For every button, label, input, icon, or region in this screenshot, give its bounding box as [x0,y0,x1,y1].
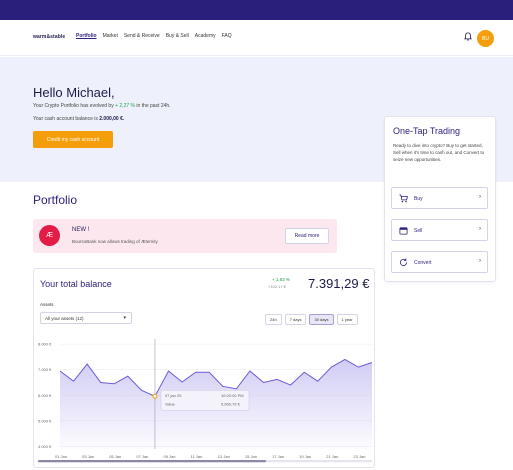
highlight-point [152,393,158,399]
x-tick-label: 11 Jan [191,454,203,459]
avatar[interactable]: BU [477,30,494,47]
nav-link-academy[interactable]: Academy [195,33,216,39]
cart-icon [399,194,408,203]
range-selector: 24h 7 days 30 days 1 year [265,314,358,325]
tooltip-date: 07 jan 25 [165,393,182,398]
range-7-days-button[interactable]: 7 days [284,314,307,325]
x-tick-label: 09 Jan [164,454,176,459]
x-tick-label: 15 Jan [245,454,257,459]
cash-prefix: Your cash account balance is [33,116,98,122]
assets-label: Assets [40,302,54,307]
refresh-icon [399,258,408,266]
aeternity-logo-icon: Æ [39,225,60,246]
portfolio-evolution-text: Your Crypto Portfolio has evolved by + 2… [33,103,171,109]
chevron-right-icon: › [479,226,481,232]
side-title: One-Tap Trading [393,126,461,136]
range-30-days-button[interactable]: 30 days [309,314,334,325]
credit-cash-button[interactable]: Credit my cash account [33,131,113,148]
x-tick-label: 21 Jan [326,454,338,459]
assets-select-value: All your assets (12) [45,316,84,321]
x-tick-label: 19 Jan [299,454,311,459]
x-tick-label: 01 Jan [55,454,67,459]
nav-link-portfolio[interactable]: Portfolio [76,33,97,39]
range-24h-button[interactable]: 24h [265,314,282,325]
balance-chart[interactable]: 4.000 € 5.000 € 6.000 € 7.000 € 8.000 € 07 ja… [34,331,376,467]
bell-icon[interactable] [464,32,472,41]
y-tick-label: 7.000 € [38,367,52,372]
buy-action-button[interactable]: Buy › [391,187,488,209]
news-banner: Æ NEW ! BoursoBank now allows trading of… [33,219,337,253]
y-tick-label: 4.000 € [38,444,52,449]
nav-link-buy-sell[interactable]: Buy & Sell [166,33,189,39]
nav-link-market[interactable]: Market [103,33,118,39]
news-title: NEW ! [72,227,90,233]
evolution-suffix: in the past 24h. [136,103,171,109]
navigation-bar: warm&stable Portfolio Market Send & Rece… [0,20,513,56]
balance-title: Your total balance [40,279,112,289]
wallet-icon [399,227,408,235]
side-description: Ready to dive into crypto? Buy to get st… [393,143,485,162]
tooltip-time: 10:00:00 PM [221,393,244,398]
portfolio-title: Portfolio [33,193,78,207]
nav-links: Portfolio Market Send & Receive Buy & Se… [76,33,232,39]
balance-change-value: +102,17 € [268,284,286,289]
evolution-prefix: Your Crypto Portfolio has evolved by [33,103,114,109]
sell-label: Sell [414,228,423,234]
sell-action-button[interactable]: Sell › [391,219,488,241]
convert-action-button[interactable]: Convert › [391,251,488,273]
read-more-button[interactable]: Read more [285,228,329,244]
evolution-percent: + 2,27 % [115,103,135,109]
chart-scrollbar-thumb[interactable] [38,460,266,463]
x-tick-label: 23 Jan [353,454,365,459]
cash-value: 2.000,00 €. [99,116,125,122]
nav-link-faq[interactable]: FAQ [222,33,232,39]
x-tick-label: 07 Jan [136,454,148,459]
chevron-right-icon: › [479,194,481,200]
chevron-right-icon: › [479,258,481,264]
chevron-down-icon: ▾ [123,315,126,321]
x-tick-label: 05 Jan [109,454,121,459]
x-tick-label: 13 Jan [218,454,230,459]
news-text: BoursoBank now allows trading of Æternit… [72,239,158,244]
buy-label: Buy [414,196,423,202]
logo[interactable]: warm&stable [33,34,65,40]
nav-link-send-receive[interactable]: Send & Receive [124,33,160,39]
y-tick-label: 6.000 € [38,393,52,398]
y-tick-label: 5.000 € [38,418,52,423]
one-tap-trading-card: One-Tap Trading Ready to dive into crypt… [384,116,496,282]
range-1-year-button[interactable]: 1 year [336,314,358,325]
x-tick-label: 17 Jan [272,454,284,459]
cash-balance-text: Your cash account balance is 2.000,00 €. [33,116,124,122]
greeting: Hello Michael, [33,85,115,100]
x-tick-label: 03 Jan [82,454,94,459]
total-balance-card: Your total balance + 1,83 % +102,17 € 7.… [33,268,375,468]
y-tick-label: 8.000 € [38,342,52,347]
balance-change-percent: + 1,83 % [272,277,290,282]
assets-select[interactable]: All your assets (12) ▾ [40,312,132,324]
convert-label: Convert [414,260,432,266]
tooltip-label: Value [165,401,176,406]
top-banner [0,0,513,20]
tooltip-value: 5.960,79 € [221,401,241,406]
balance-amount: 7.391,29 € [308,276,370,291]
